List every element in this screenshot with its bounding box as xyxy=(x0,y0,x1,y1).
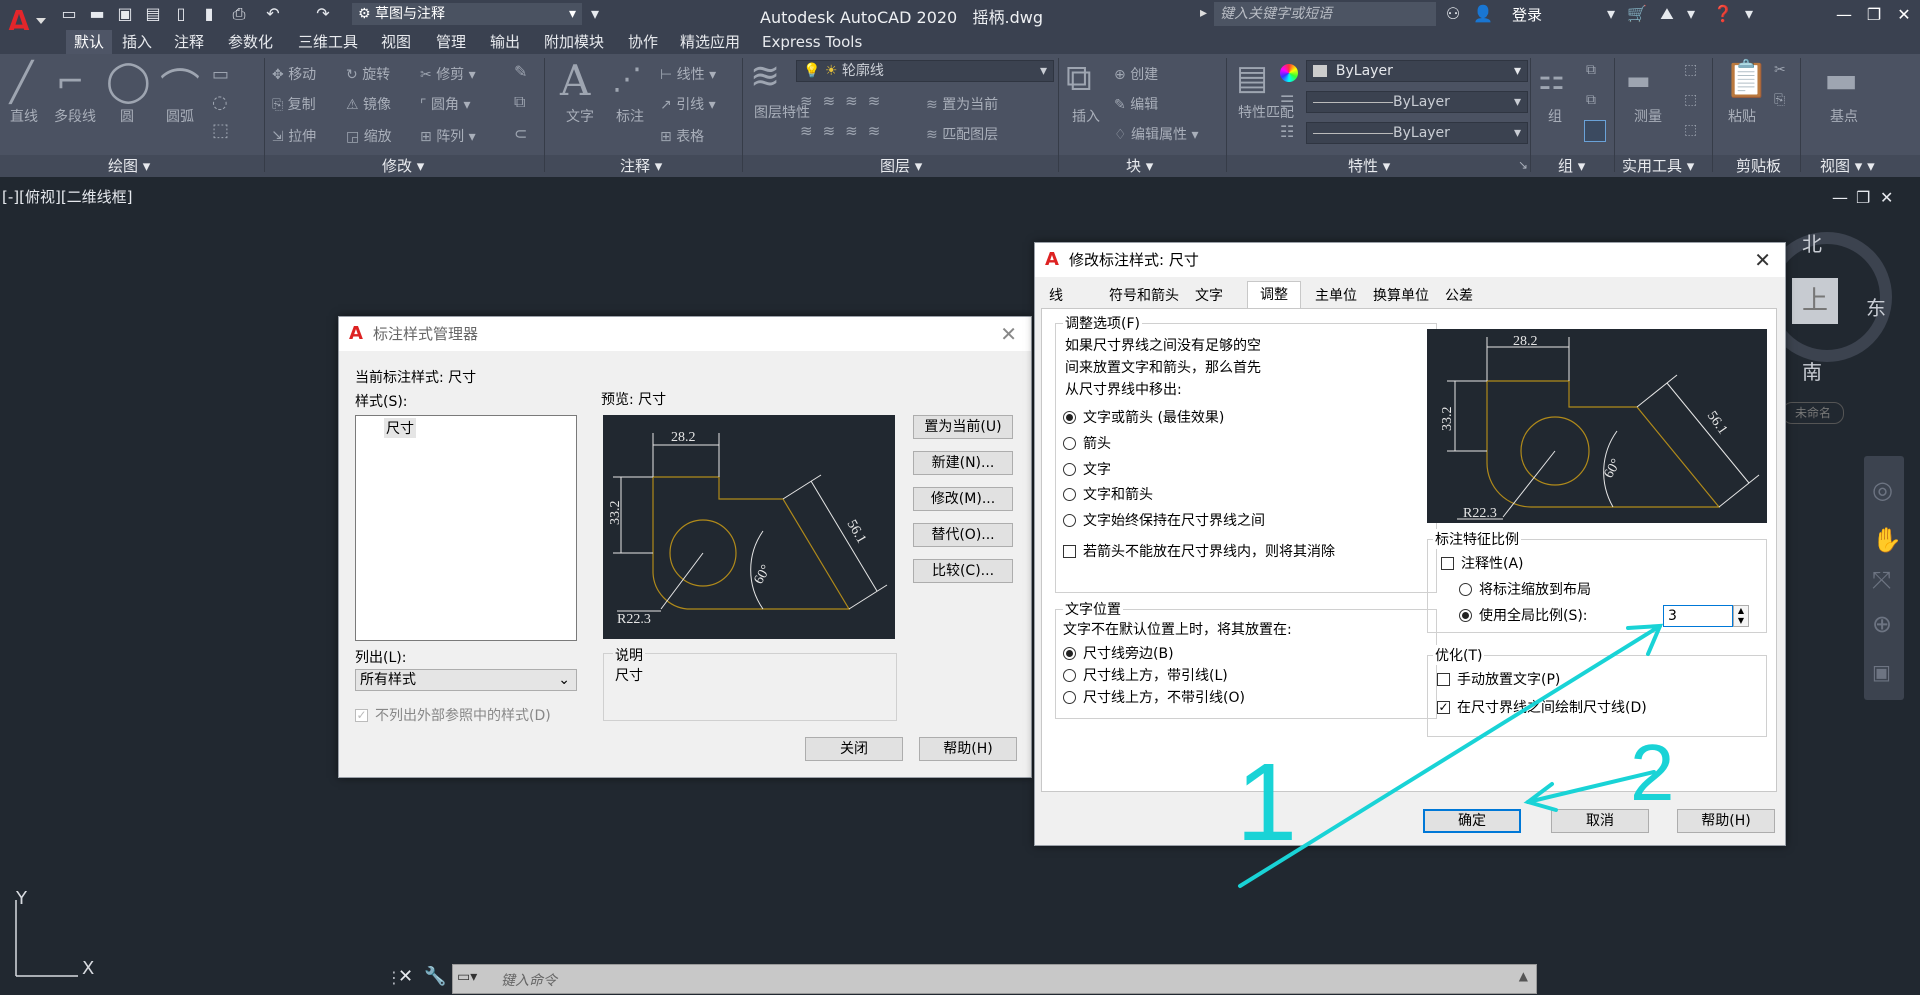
annotation-overlay: 1 2 xyxy=(1236,623,1675,888)
arrow-to-scale-input xyxy=(1238,624,1662,888)
hand-mark-1: 1 xyxy=(1236,741,1297,864)
hand-mark-2: 2 xyxy=(1630,728,1675,817)
